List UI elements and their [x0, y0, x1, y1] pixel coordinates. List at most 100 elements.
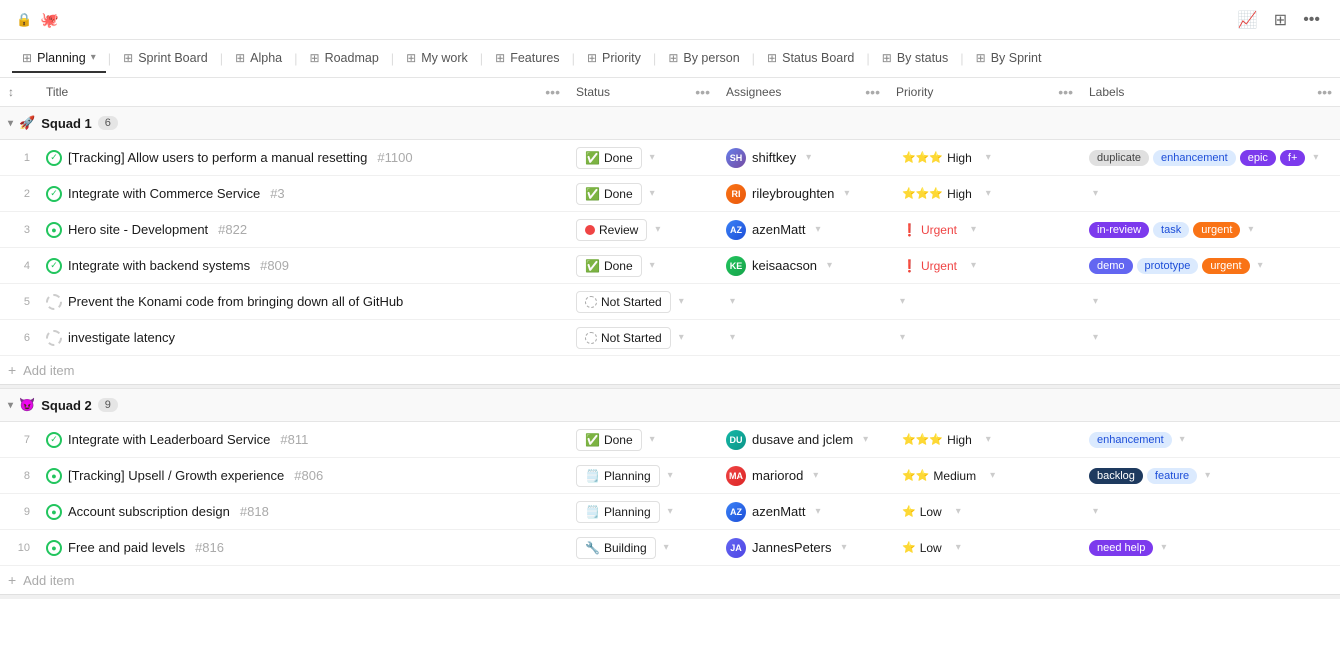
labels-dropdown-icon[interactable]: ▾	[1313, 152, 1318, 163]
priority-cell-4[interactable]: ❗ Urgent ▾	[888, 248, 1081, 284]
status-dropdown-icon[interactable]: ▾	[679, 296, 684, 307]
assignee-cell-1[interactable]: SH shiftkey ▾	[718, 140, 888, 176]
tab-features[interactable]: ⊞ Features	[485, 45, 569, 73]
status-badge-building[interactable]: 🔧 Building	[576, 537, 656, 559]
add-item-label[interactable]: Add item	[23, 573, 74, 588]
priority-dropdown-icon[interactable]: ▾	[986, 188, 991, 199]
priority-dropdown-icon[interactable]: ▾	[956, 506, 961, 517]
task-title[interactable]: Hero site - Development	[68, 222, 208, 237]
status-dropdown-icon[interactable]: ▾	[650, 188, 655, 199]
status-dropdown-icon[interactable]: ▾	[664, 542, 669, 553]
priority-dropdown-icon[interactable]: ▾	[900, 332, 905, 343]
priority-dropdown-icon[interactable]: ▾	[990, 470, 995, 481]
priority-badge-urgent[interactable]: ❗ Urgent	[896, 257, 963, 275]
assignee-dropdown-icon[interactable]: ▾	[844, 188, 849, 199]
task-title[interactable]: Free and paid levels	[68, 540, 185, 555]
task-title[interactable]: Prevent the Konami code from bringing do…	[68, 294, 403, 309]
priority-dropdown-icon[interactable]: ▾	[986, 152, 991, 163]
tab-status-board[interactable]: ⊞ Status Board	[757, 45, 864, 73]
labels-dropdown-icon[interactable]: ▾	[1093, 296, 1098, 307]
assignee-dropdown-icon[interactable]: ▾	[730, 296, 735, 307]
assignee-dropdown-icon[interactable]: ▾	[863, 434, 868, 445]
priority-cell-10[interactable]: ⭐ Low ▾	[888, 530, 1081, 566]
status-badge-done[interactable]: ✅ Done	[576, 255, 642, 277]
layout-button[interactable]: ⊞	[1270, 6, 1291, 34]
status-badge-done[interactable]: ✅ Done	[576, 183, 642, 205]
status-cell-5[interactable]: Not Started ▾	[568, 284, 718, 320]
priority-cell-7[interactable]: ⭐⭐⭐ High ▾	[888, 422, 1081, 458]
title-header[interactable]: Title •••	[38, 78, 568, 107]
status-dropdown-icon[interactable]: ▾	[650, 152, 655, 163]
priority-cell-3[interactable]: ❗ Urgent ▾	[888, 212, 1081, 248]
status-cell-3[interactable]: Review ▾	[568, 212, 718, 248]
priority-badge[interactable]: ⭐⭐⭐ High	[896, 185, 978, 203]
status-badge-not-started[interactable]: Not Started	[576, 327, 671, 349]
priority-cell-9[interactable]: ⭐ Low ▾	[888, 494, 1081, 530]
assignee-dropdown-icon[interactable]: ▾	[815, 506, 820, 517]
sort-header[interactable]: ↕	[0, 78, 38, 107]
labels-dropdown-icon[interactable]: ▾	[1093, 188, 1098, 199]
labels-dropdown-icon[interactable]: ▾	[1258, 260, 1263, 271]
assignee-dropdown-icon[interactable]: ▾	[806, 152, 811, 163]
chart-button[interactable]: 📈	[1234, 6, 1262, 34]
task-title[interactable]: Integrate with Commerce Service	[68, 186, 260, 201]
more-button[interactable]: •••	[1299, 7, 1324, 33]
assignee-dropdown-icon[interactable]: ▾	[813, 470, 818, 481]
priority-cell-5[interactable]: ▾	[888, 284, 1081, 320]
assignees-header[interactable]: Assignees •••	[718, 78, 888, 107]
status-badge-planning[interactable]: 🗒️ Planning	[576, 465, 660, 487]
priority-dropdown-icon[interactable]: ▾	[971, 224, 976, 235]
task-title[interactable]: investigate latency	[68, 330, 175, 345]
assignee-cell-3[interactable]: AZ azenMatt ▾	[718, 212, 888, 248]
status-cell-9[interactable]: 🗒️ Planning ▾	[568, 494, 718, 530]
status-header[interactable]: Status •••	[568, 78, 718, 107]
task-title[interactable]: Integrate with backend systems	[68, 258, 250, 273]
tab-by-sprint[interactable]: ⊞ By Sprint	[966, 45, 1052, 73]
labels-dropdown-icon[interactable]: ▾	[1248, 224, 1253, 235]
task-title[interactable]: Integrate with Leaderboard Service	[68, 432, 270, 447]
assignee-cell-4[interactable]: KE keisaacson ▾	[718, 248, 888, 284]
tab-my-work[interactable]: ⊞ My work	[396, 45, 478, 73]
priority-badge[interactable]: ⭐⭐⭐ High	[896, 431, 978, 449]
status-dropdown-icon[interactable]: ▾	[655, 224, 660, 235]
labels-dropdown-icon[interactable]: ▾	[1093, 332, 1098, 343]
priority-cell-2[interactable]: ⭐⭐⭐ High ▾	[888, 176, 1081, 212]
labels-dropdown-icon[interactable]: ▾	[1161, 542, 1166, 553]
labels-dropdown-icon[interactable]: ▾	[1180, 434, 1185, 445]
add-item-row-squad1[interactable]: + Add item	[0, 356, 1340, 385]
status-badge-done[interactable]: ✅ Done	[576, 429, 642, 451]
priority-dropdown-icon[interactable]: ▾	[956, 542, 961, 553]
tab-sprint-board[interactable]: ⊞ Sprint Board	[113, 45, 218, 73]
status-badge-planning[interactable]: 🗒️ Planning	[576, 501, 660, 523]
status-badge-done[interactable]: ✅ Done	[576, 147, 642, 169]
tab-planning[interactable]: ⊞ Planning ▾	[12, 45, 106, 73]
priority-badge[interactable]: ⭐ Low	[896, 503, 948, 521]
labels-header[interactable]: Labels •••	[1081, 78, 1340, 107]
tab-alpha[interactable]: ⊞ Alpha	[225, 45, 292, 73]
add-item-label[interactable]: Add item	[23, 363, 74, 378]
assignee-dropdown-icon[interactable]: ▾	[730, 332, 735, 343]
priority-badge[interactable]: ⭐⭐ Medium	[896, 467, 982, 485]
assignee-cell-2[interactable]: RI rileybroughten ▾	[718, 176, 888, 212]
priority-more-icon[interactable]: •••	[1058, 84, 1073, 100]
task-title[interactable]: [Tracking] Allow users to perform a manu…	[68, 150, 367, 165]
assignee-dropdown-icon[interactable]: ▾	[842, 542, 847, 553]
status-dropdown-icon[interactable]: ▾	[668, 470, 673, 481]
tab-priority[interactable]: ⊞ Priority	[577, 45, 651, 73]
labels-dropdown-icon[interactable]: ▾	[1205, 470, 1210, 481]
assignees-more-icon[interactable]: •••	[865, 84, 880, 100]
priority-cell-6[interactable]: ▾	[888, 320, 1081, 356]
status-more-icon[interactable]: •••	[695, 84, 710, 100]
status-cell-8[interactable]: 🗒️ Planning ▾	[568, 458, 718, 494]
tab-planning-dropdown[interactable]: ▾	[91, 52, 96, 63]
assignee-cell-6[interactable]: ▾	[718, 320, 888, 356]
tab-roadmap[interactable]: ⊞ Roadmap	[300, 45, 389, 73]
assignee-cell-7[interactable]: DU dusave and jclem ▾	[718, 422, 888, 458]
status-dropdown-icon[interactable]: ▾	[679, 332, 684, 343]
priority-badge[interactable]: ⭐⭐⭐ High	[896, 149, 978, 167]
status-cell-1[interactable]: ✅ Done ▾	[568, 140, 718, 176]
status-badge-review[interactable]: Review	[576, 219, 647, 241]
status-dropdown-icon[interactable]: ▾	[650, 434, 655, 445]
group-chevron-squad1[interactable]: ▾	[8, 118, 13, 129]
priority-badge-urgent[interactable]: ❗ Urgent	[896, 221, 963, 239]
